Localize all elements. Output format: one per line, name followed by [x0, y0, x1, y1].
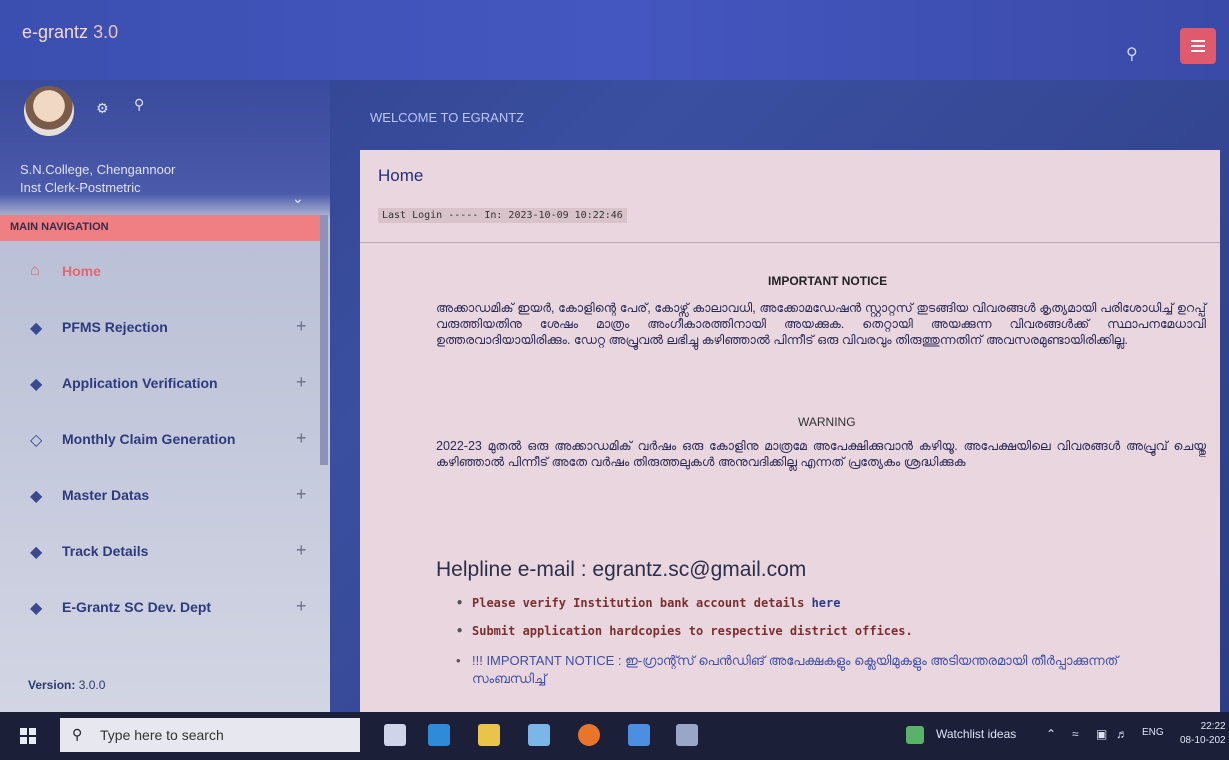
version-value: 3.0.0 [78, 678, 106, 692]
taskbar-search-placeholder: Type here to search [100, 727, 224, 743]
sidebar: ⚙ ⚲ S.N.College, Chengannoor Inst Clerk-… [0, 80, 330, 712]
sidebar-item-egrantz-sc-dev-dept[interactable]: ◆ E-Grantz SC Dev. Dept + [0, 584, 320, 636]
hamburger-line [1191, 40, 1205, 42]
brand-version: 3.0 [93, 22, 119, 42]
sidebar-item-label: Home [62, 263, 101, 279]
taskbar-search-input[interactable]: ⚲ Type here to search [60, 718, 360, 752]
hamburger-line [1191, 45, 1205, 47]
watchlist-icon[interactable] [906, 726, 924, 744]
warning-heading: WARNING [798, 415, 856, 429]
start-pane [20, 737, 27, 744]
important-notice-text: അക്കാഡമിക് ഇയർ, കോളിന്റെ പേര്, കോഴ്സ് കാ… [436, 301, 1206, 347]
sidebar-scrollbar[interactable] [320, 215, 328, 465]
hamburger-line [1191, 50, 1205, 52]
version-info: Version: 3.0.0 [28, 678, 105, 692]
expand-plus-icon[interactable]: + [296, 596, 307, 617]
location-icon[interactable]: ⚲ [134, 96, 144, 113]
sidebar-item-application-verification[interactable]: ◆ Application Verification + [0, 360, 320, 412]
sidebar-item-monthly-claim-generation[interactable]: ◇ Monthly Claim Generation + [0, 416, 320, 468]
expand-plus-icon[interactable]: + [296, 372, 307, 393]
brand-name: e-grantz [22, 22, 89, 42]
file-explorer-icon[interactable] [478, 724, 500, 746]
divider [360, 242, 1220, 243]
sidebar-item-label: E-Grantz SC Dev. Dept [62, 599, 212, 615]
expand-plus-icon[interactable]: + [296, 484, 307, 505]
sidebar-item-label: Monthly Claim Generation [62, 431, 236, 447]
volume-icon[interactable]: ♬ [1116, 727, 1128, 741]
main-navigation-header: MAIN NAVIGATION [0, 215, 320, 241]
home-card: Home Last Login ----- In: 2023-10-09 10:… [360, 150, 1220, 712]
bank-verify-text: Please verify Institution bank account d… [472, 596, 805, 610]
user-role: Inst Clerk-Postmetric [20, 180, 141, 195]
user-profile-panel: ⚙ ⚲ S.N.College, Chengannoor Inst Clerk-… [0, 80, 330, 215]
notice-list: Please verify Institution bank account d… [454, 596, 1194, 702]
top-navbar: e-grantz 3.0 ⚲ [0, 0, 1229, 80]
sidebar-item-track-details[interactable]: ◆ Track Details + [0, 528, 320, 580]
sidebar-item-label: Application Verification [62, 375, 218, 391]
clock-date: 08-10-202 [1180, 735, 1226, 746]
helpline-email: Helpline e-mail : egrantz.sc@gmail.com [436, 558, 807, 581]
main-navigation-label: MAIN NAVIGATION [10, 221, 109, 233]
layers-icon: ◆ [30, 320, 43, 337]
browser-screen: e-grantz 3.0 ⚲ ⚙ ⚲ S.N.College, Chengann… [0, 0, 1229, 712]
expand-plus-icon[interactable]: + [296, 316, 307, 337]
last-login-info: Last Login ----- In: 2023-10-09 10:22:46 [378, 208, 627, 223]
layers-icon: ◆ [30, 544, 43, 561]
chevron-up-icon[interactable]: ⌃ [1046, 727, 1056, 741]
sidebar-item-pfms-rejection[interactable]: ◆ PFMS Rejection + [0, 304, 320, 356]
warning-text: 2022-23 മുതൽ ഒരു അക്കാഡമിക് വർഷം ഒരു കോള… [436, 439, 1206, 469]
mail-icon[interactable] [628, 724, 650, 746]
task-view-icon[interactable] [384, 724, 406, 746]
clock-time: 22:22 [1200, 721, 1226, 732]
layers-icon: ◆ [30, 376, 43, 393]
avatar [24, 86, 74, 136]
battery-icon[interactable]: ▣ [1096, 727, 1107, 741]
version-label: Version: [28, 678, 76, 692]
menu-toggle-button[interactable] [1180, 28, 1216, 64]
important-notice-heading: IMPORTANT NOTICE [768, 274, 888, 288]
store-icon[interactable] [528, 724, 550, 746]
chevron-down-icon[interactable]: ⌄ [292, 190, 304, 207]
list-item: Submit application hardcopies to respect… [454, 624, 1194, 638]
windows-start-icon[interactable] [20, 728, 36, 744]
layers-icon: ◆ [30, 600, 43, 617]
sidebar-item-label: PFMS Rejection [62, 319, 168, 335]
calculator-icon[interactable] [676, 724, 698, 746]
pending-notice-link[interactable]: !!! IMPORTANT NOTICE : ഇ-ഗ്രാന്റ്സ് പെൻഡ… [472, 653, 1118, 686]
expand-plus-icon[interactable]: + [296, 540, 307, 561]
windows-taskbar: ⚲ Type here to search Watchlist ideas ⌃ … [0, 712, 1229, 760]
page-title: Home [378, 166, 424, 185]
sidebar-item-master-datas[interactable]: ◆ Master Datas + [0, 472, 320, 524]
edge-browser-icon[interactable] [428, 724, 450, 746]
start-pane [20, 728, 27, 735]
list-item: Please verify Institution bank account d… [454, 596, 1194, 610]
app-brand[interactable]: e-grantz 3.0 [22, 22, 118, 43]
language-indicator[interactable]: ENG [1142, 727, 1164, 738]
firefox-icon[interactable] [578, 724, 600, 746]
list-item[interactable]: !!! IMPORTANT NOTICE : ഇ-ഗ്രാന്റ്സ് പെൻഡ… [454, 652, 1194, 688]
sidebar-item-label: Master Datas [62, 487, 150, 503]
settings-icon[interactable]: ⚙ [96, 100, 109, 117]
welcome-banner: WELCOME TO EGRANTZ [370, 110, 525, 125]
start-pane [29, 728, 36, 735]
bank-details-link[interactable]: here [812, 596, 841, 610]
watchlist-ideas[interactable]: Watchlist ideas [936, 727, 1016, 741]
search-icon: ⚲ [72, 726, 83, 742]
search-icon[interactable]: ⚲ [1126, 44, 1148, 66]
sidebar-item-home[interactable]: ⌂ Home [0, 248, 320, 300]
layers-icon: ◇ [30, 432, 43, 449]
sidebar-item-label: Track Details [62, 543, 149, 559]
home-icon: ⌂ [30, 262, 40, 279]
expand-plus-icon[interactable]: + [296, 428, 307, 449]
college-name: S.N.College, Chengannoor [20, 162, 176, 177]
network-icon[interactable]: ≈ [1072, 727, 1079, 741]
system-clock[interactable]: 22:22 08-10-202 [1180, 720, 1226, 748]
layers-icon: ◆ [30, 488, 43, 505]
start-pane [29, 737, 36, 744]
